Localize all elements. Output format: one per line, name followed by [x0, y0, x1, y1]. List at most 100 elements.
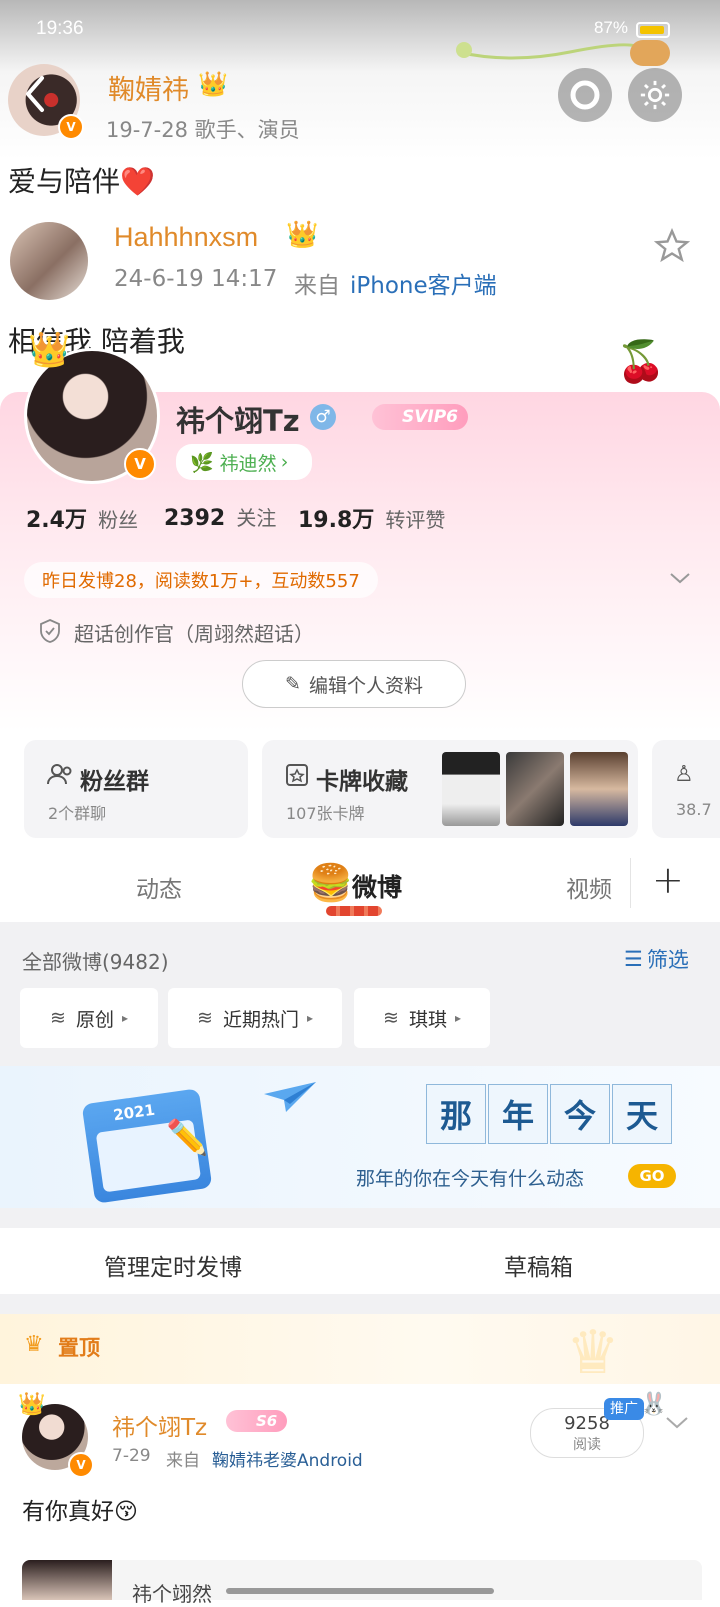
banner-char: 今	[550, 1084, 610, 1144]
decor-vine-icon	[450, 34, 650, 74]
tab-underline-decor	[326, 906, 382, 916]
tile-sub: 38.7	[676, 800, 712, 819]
refresh-button[interactable]	[558, 68, 612, 122]
verified-badge-icon: V	[124, 448, 156, 480]
banner-char: 年	[488, 1084, 548, 1144]
sleeping-cat-icon	[630, 40, 670, 66]
favorite-star-icon[interactable]	[653, 227, 691, 268]
status-time: 19:36	[36, 18, 84, 39]
card-icon	[284, 762, 310, 792]
all-weibo-count[interactable]: 全部微博(9482)	[22, 946, 169, 975]
fan-badge-chip[interactable]: 🌿 祎迪然 ›	[176, 444, 312, 480]
svip-label: SVIP6	[402, 407, 459, 427]
settings-button[interactable]	[628, 68, 682, 122]
filter-qiqi[interactable]: ≋ 琪琪 ▸	[354, 988, 490, 1048]
banner-char: 天	[612, 1084, 672, 1144]
views-label: 阅读	[573, 1437, 601, 1453]
caret-right-icon: ▸	[454, 1011, 461, 1025]
post1-text: 爱与陪伴❤️	[8, 165, 155, 198]
caret-right-icon: ▸	[306, 1011, 313, 1025]
badge-icon: ♙	[674, 762, 694, 787]
verified-badge-icon: V	[58, 114, 84, 140]
filter-button[interactable]: ☰ 筛选	[624, 944, 689, 974]
s6-label: S6	[256, 1412, 278, 1430]
drafts-button[interactable]: 草稿箱	[504, 1248, 573, 1282]
pencil-icon: ✏️	[166, 1118, 209, 1158]
tile-title: 卡牌收藏	[316, 769, 408, 795]
group-icon	[46, 762, 74, 792]
next-post-preview: 祎个翊然	[132, 1582, 212, 1606]
chevron-right-icon: ›	[280, 451, 289, 473]
go-button[interactable]: GO	[628, 1164, 676, 1188]
edit-profile-label: 编辑个人资料	[308, 674, 423, 697]
decor-crown-icon: ♛	[566, 1318, 620, 1388]
pinned-date: 7-29	[112, 1446, 151, 1466]
card-thumbnail[interactable]	[442, 752, 500, 826]
activity-text: 昨日发博28，阅读数1万+，互动数557	[42, 571, 360, 592]
pinned-author[interactable]: 祎个翊Tz	[112, 1408, 207, 1442]
pinned-label: 置顶	[58, 1336, 100, 1360]
stat-fans[interactable]: 2.4万 粉丝	[26, 502, 138, 534]
svip-badge[interactable]: SVIP6	[372, 404, 469, 430]
bow-cherry-icon: 🍒	[616, 339, 666, 385]
add-tab-button[interactable]: +	[652, 858, 684, 902]
tile-sub: 2个群聊	[48, 804, 107, 823]
stat-label: 关注	[236, 506, 277, 530]
stat-interactions[interactable]: 19.8万 转评赞	[298, 502, 445, 534]
layers-icon: ≋	[50, 1007, 66, 1029]
scheduled-posts-button[interactable]: 管理定时发博	[104, 1248, 242, 1282]
burger-icon: 🍔	[308, 863, 353, 904]
post2-author[interactable]: Hahhhnxsm	[114, 222, 258, 253]
post2-avatar[interactable]	[10, 222, 88, 300]
expand-chevron-icon[interactable]	[668, 568, 692, 592]
avatar-crown-icon: 👑	[28, 330, 71, 370]
banner-char: 那	[426, 1084, 486, 1144]
stat-number: 2.4万	[26, 508, 87, 533]
banner-title: 那 年 今 天	[426, 1084, 672, 1144]
tile-sub: 107张卡牌	[286, 804, 365, 823]
creator-title[interactable]: 超话创作官（周翊然超话）	[74, 618, 314, 647]
tab-divider	[630, 858, 631, 908]
filter-original[interactable]: ≋ 原创 ▸	[20, 988, 158, 1048]
edit-profile-button[interactable]: ✎ 编辑个人资料	[242, 660, 466, 708]
home-indicator	[226, 1588, 494, 1594]
filter-option-label: 琪琪	[408, 1008, 447, 1031]
filter-recent-hot[interactable]: ≋ 近期热门 ▸	[168, 988, 342, 1048]
paper-plane-icon	[262, 1080, 318, 1118]
layers-icon: ≋	[197, 1007, 213, 1029]
s6-badge[interactable]: S6	[226, 1410, 288, 1432]
crown-icon: 👑	[286, 220, 319, 250]
pinned-text: 有你真好😚	[22, 1499, 138, 1525]
verified-badge-icon: V	[68, 1452, 94, 1478]
back-button[interactable]	[20, 72, 50, 116]
gear-icon	[640, 80, 670, 110]
stat-following[interactable]: 2392 关注	[164, 502, 276, 531]
pin-crown-icon: ♛	[24, 1332, 44, 1357]
next-post-card[interactable]	[22, 1560, 702, 1600]
avatar-crown-icon: 👑	[18, 1392, 46, 1417]
filter-option-label: 近期热门	[222, 1008, 299, 1031]
caret-right-icon: ▸	[121, 1011, 128, 1025]
card-thumbnail[interactable]	[506, 752, 564, 826]
pinned-source[interactable]: 鞠婧祎老婆Android	[212, 1446, 363, 1471]
post-menu-chevron-icon[interactable]	[664, 1412, 690, 1436]
tab-weibo[interactable]: 微博	[352, 868, 402, 904]
third-tile[interactable]	[652, 740, 720, 838]
filter-label: 筛选	[646, 948, 689, 972]
tab-dynamics[interactable]: 动态	[136, 870, 182, 904]
post2-date: 24-6-19 14:17	[114, 266, 278, 292]
banner-subtitle: 那年的你在今天有什么动态	[356, 1168, 585, 1190]
next-post-thumb[interactable]	[22, 1560, 112, 1600]
stat-label: 粉丝	[98, 508, 139, 532]
tab-video[interactable]: 视频	[566, 870, 612, 904]
stat-number: 2392	[164, 506, 226, 531]
post1-author[interactable]: 鞠婧祎	[108, 68, 189, 107]
stat-label: 转评赞	[385, 508, 446, 532]
tile-title: 粉丝群	[80, 769, 149, 795]
filter-icon: ☰	[624, 947, 643, 971]
promo-tag[interactable]: 推广	[604, 1398, 644, 1420]
card-thumbnail[interactable]	[570, 752, 628, 826]
post2-source[interactable]: iPhone客户端	[350, 266, 497, 300]
post1-meta: 19-7-28 歌手、演员	[106, 118, 300, 142]
activity-summary[interactable]: 昨日发博28，阅读数1万+，互动数557	[24, 562, 378, 598]
